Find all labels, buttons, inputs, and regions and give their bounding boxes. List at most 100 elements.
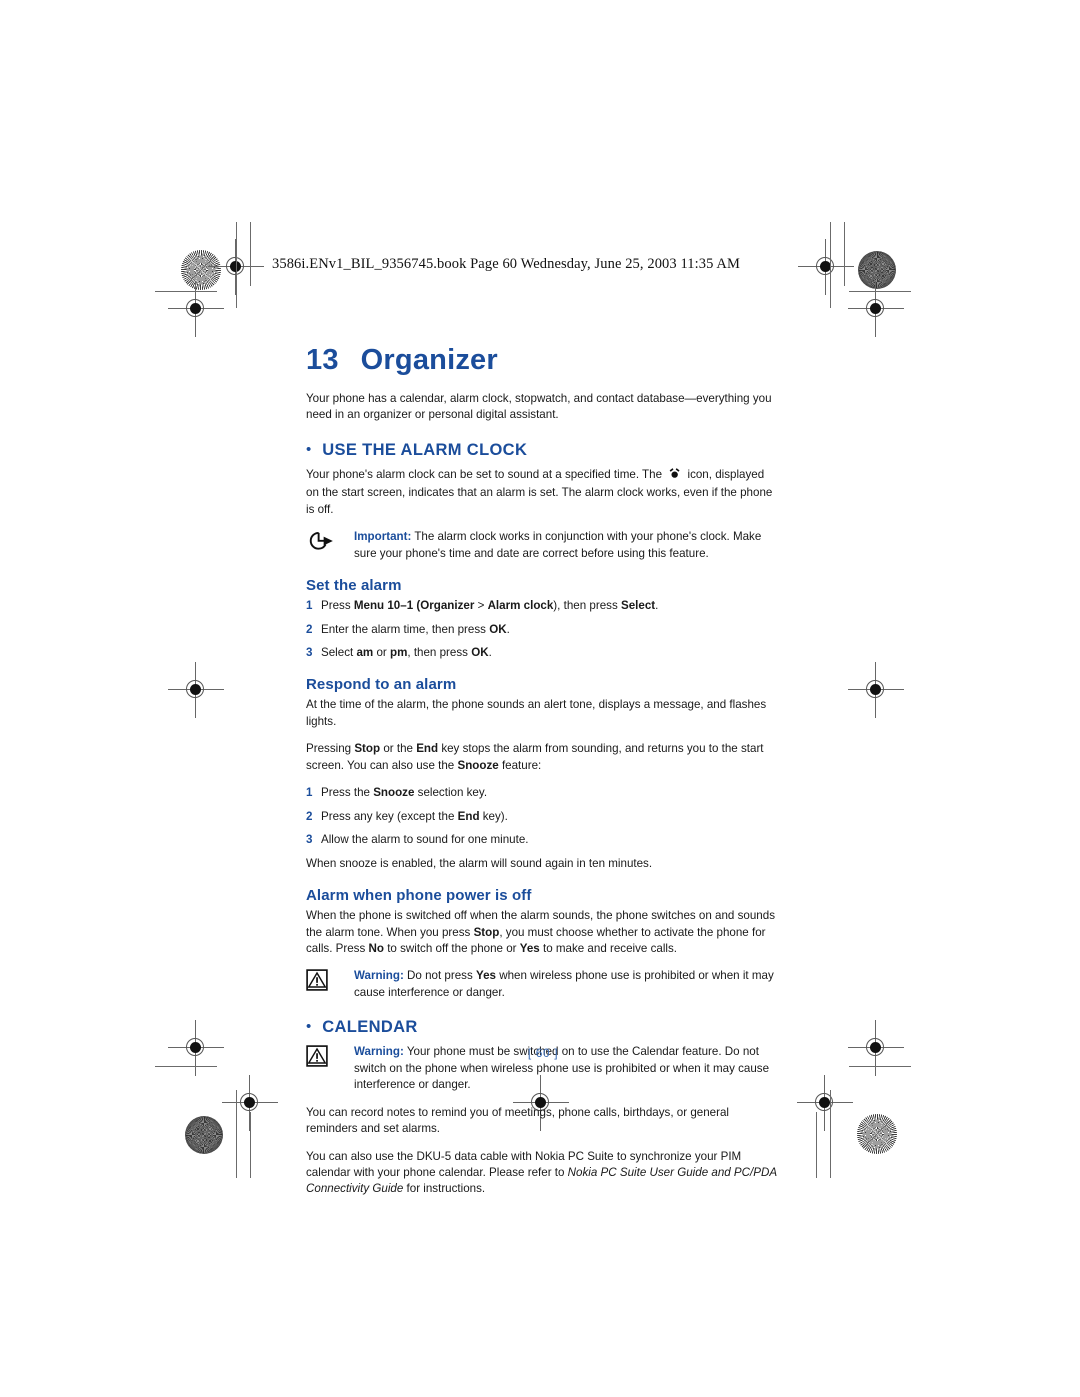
numbered-step: 2 Enter the alarm time, then press OK. bbox=[306, 622, 780, 638]
trim-rule-right-bottom bbox=[830, 1090, 831, 1178]
steps-respond-to-an-alarm: 1 Press the Snooze selection key. 2 Press a… bbox=[306, 785, 780, 848]
subsection-heading-alarm-power-off: Alarm when phone power is off bbox=[306, 887, 532, 905]
text-run: key). bbox=[479, 809, 508, 823]
note-warning-alarm-power-off: Warning: Do not press Yes when wireless … bbox=[306, 968, 780, 1001]
note-important-text: Important: The alarm clock works in conj… bbox=[354, 529, 780, 562]
step-number: 1 bbox=[306, 786, 313, 800]
star-target-mark-bottom-right bbox=[857, 1114, 897, 1154]
text-run: . bbox=[506, 622, 510, 636]
trim-rule-right-inner bbox=[844, 222, 845, 286]
text-run: to make and receive calls. bbox=[539, 941, 678, 955]
alarm-clock-icon bbox=[668, 467, 681, 485]
text-run: . bbox=[488, 645, 492, 659]
text-run: Stop bbox=[473, 925, 500, 939]
chapter-intro: Your phone has a calendar, alarm clock, … bbox=[306, 391, 772, 422]
step-text: Allow the alarm to sound for one minute. bbox=[321, 832, 780, 848]
body-paragraph: At the time of the alarm, the phone soun… bbox=[306, 697, 780, 730]
text-run: Select bbox=[620, 599, 656, 613]
registration-crosshair-top-right-lower bbox=[848, 281, 904, 337]
text-run: for instructions. bbox=[403, 1182, 486, 1196]
trim-rule-top-right bbox=[849, 291, 911, 292]
body-paragraph: Pressing Stop or the End key stops the a… bbox=[306, 741, 780, 774]
alarm-clock-intro: Your phone's alarm clock can be set to s… bbox=[306, 467, 780, 518]
trim-rule-left-outer bbox=[236, 222, 237, 308]
chapter-number: 13 bbox=[306, 344, 339, 376]
text-run: Alarm clock bbox=[487, 599, 554, 613]
trim-rule-right-outer bbox=[830, 222, 831, 308]
step-text: Press any key (except the End key). bbox=[321, 809, 780, 825]
registration-crosshair-middle-left bbox=[168, 662, 224, 718]
paragraphs-calendar: You can record notes to remind you of me… bbox=[306, 1105, 780, 1198]
text-run: Menu 10–1 (Organizer bbox=[353, 599, 475, 613]
registration-crosshair-bottom-left bbox=[168, 1020, 224, 1076]
step-text: Press Menu 10–1 (Organizer > Alarm clock… bbox=[321, 598, 780, 614]
text-run: . bbox=[655, 599, 659, 613]
text-run: Yes bbox=[519, 941, 540, 955]
page-content: 13 Organizer Your phone has a calendar, a… bbox=[306, 344, 780, 1209]
text-run: Enter the alarm time, then press bbox=[321, 622, 490, 636]
body-paragraph: You can also use the DKU-5 data cable wi… bbox=[306, 1149, 780, 1198]
trim-rule-right-bottom-inner bbox=[816, 1112, 817, 1178]
text-run: > bbox=[474, 599, 488, 613]
text-run: Snooze bbox=[457, 758, 499, 772]
slug-line: 3586i.ENv1_BIL_9356745.book Page 60 Wedn… bbox=[272, 256, 740, 272]
trim-rule-left-bottom bbox=[236, 1090, 237, 1178]
note-important-alarm-clock: Important: The alarm clock works in conj… bbox=[306, 529, 780, 562]
step-text: Select am or pm, then press OK. bbox=[321, 645, 780, 661]
numbered-step: 1 Press Menu 10–1 (Organizer > Alarm cloc… bbox=[306, 598, 780, 614]
dense-target-mark-bottom-left bbox=[185, 1116, 223, 1154]
text-run: OK bbox=[471, 645, 489, 659]
page-title: 13 Organizer bbox=[306, 344, 780, 377]
text-run: You can record notes to remind you of me… bbox=[306, 1105, 729, 1136]
step-number: 2 bbox=[306, 809, 313, 823]
paragraphs-respond-to-an-alarm: At the time of the alarm, the phone soun… bbox=[306, 697, 780, 774]
text-run: Yes bbox=[476, 969, 496, 983]
text-run: Do not press bbox=[403, 969, 476, 983]
note-lead-label: Important: bbox=[354, 530, 412, 544]
numbered-step: 3 Select am or pm, then press OK. bbox=[306, 645, 780, 661]
alarm-intro-before: Your phone's alarm clock can be set to s… bbox=[306, 467, 666, 481]
paragraphs-alarm-power-off: When the phone is switched off when the … bbox=[306, 908, 780, 957]
text-run: At the time of the alarm, the phone soun… bbox=[306, 698, 767, 728]
bullet-icon: • bbox=[306, 440, 312, 458]
chapter-title-text: Organizer bbox=[360, 344, 498, 376]
numbered-step: 2 Press any key (except the End key). bbox=[306, 809, 780, 825]
numbered-step: 3 Allow the alarm to sound for one minute… bbox=[306, 832, 780, 848]
step-text: Press the Snooze selection key. bbox=[321, 785, 780, 801]
trim-rule-bottom-left bbox=[155, 1066, 217, 1067]
page-folio: [ 60 ] bbox=[527, 1046, 559, 1060]
star-target-mark-top-left bbox=[181, 250, 221, 290]
registration-crosshair-bottom-right-lower bbox=[797, 1075, 853, 1131]
text-run: Pressing bbox=[306, 742, 355, 756]
text-run: feature: bbox=[498, 758, 542, 772]
dense-target-mark-top-right bbox=[858, 251, 896, 289]
note-body-text: The alarm clock works in conjunction wit… bbox=[354, 530, 762, 560]
text-run: to switch off the phone or bbox=[383, 941, 520, 955]
trim-rule-left-bottom-inner bbox=[250, 1112, 251, 1178]
text-run: , then press bbox=[407, 645, 472, 659]
subsection-heading-set-the-alarm: Set the alarm bbox=[306, 577, 402, 595]
text-run: or the bbox=[380, 742, 417, 756]
text-run: OK bbox=[489, 622, 507, 636]
step-text: Enter the alarm time, then press OK. bbox=[321, 622, 780, 638]
text-run: selection key. bbox=[414, 786, 488, 800]
note-lead-label: Warning: bbox=[354, 969, 404, 983]
section-heading-use-the-alarm-clock: • USE THE ALARM CLOCK bbox=[306, 441, 780, 460]
respond-closing-text: When snooze is enabled, the alarm will s… bbox=[306, 856, 653, 870]
text-run: Press the bbox=[321, 786, 374, 800]
text-run: Stop bbox=[354, 742, 381, 756]
trim-rule-top-left bbox=[155, 291, 217, 292]
text-run: No bbox=[368, 941, 384, 955]
text-run: am bbox=[356, 645, 374, 659]
text-run: Press bbox=[321, 599, 354, 613]
step-number: 3 bbox=[306, 833, 313, 847]
warning-triangle-icon bbox=[306, 968, 354, 1001]
text-run: Press any key (except the bbox=[321, 809, 458, 823]
subsection-heading-respond-to-an-alarm: Respond to an alarm bbox=[306, 676, 457, 694]
step-number: 3 bbox=[306, 645, 313, 659]
text-run: Select bbox=[321, 645, 357, 659]
registration-crosshair-bottom-right bbox=[848, 1020, 904, 1076]
text-run: End bbox=[416, 742, 439, 756]
body-paragraph: You can record notes to remind you of me… bbox=[306, 1105, 780, 1138]
text-run: or bbox=[373, 645, 390, 659]
